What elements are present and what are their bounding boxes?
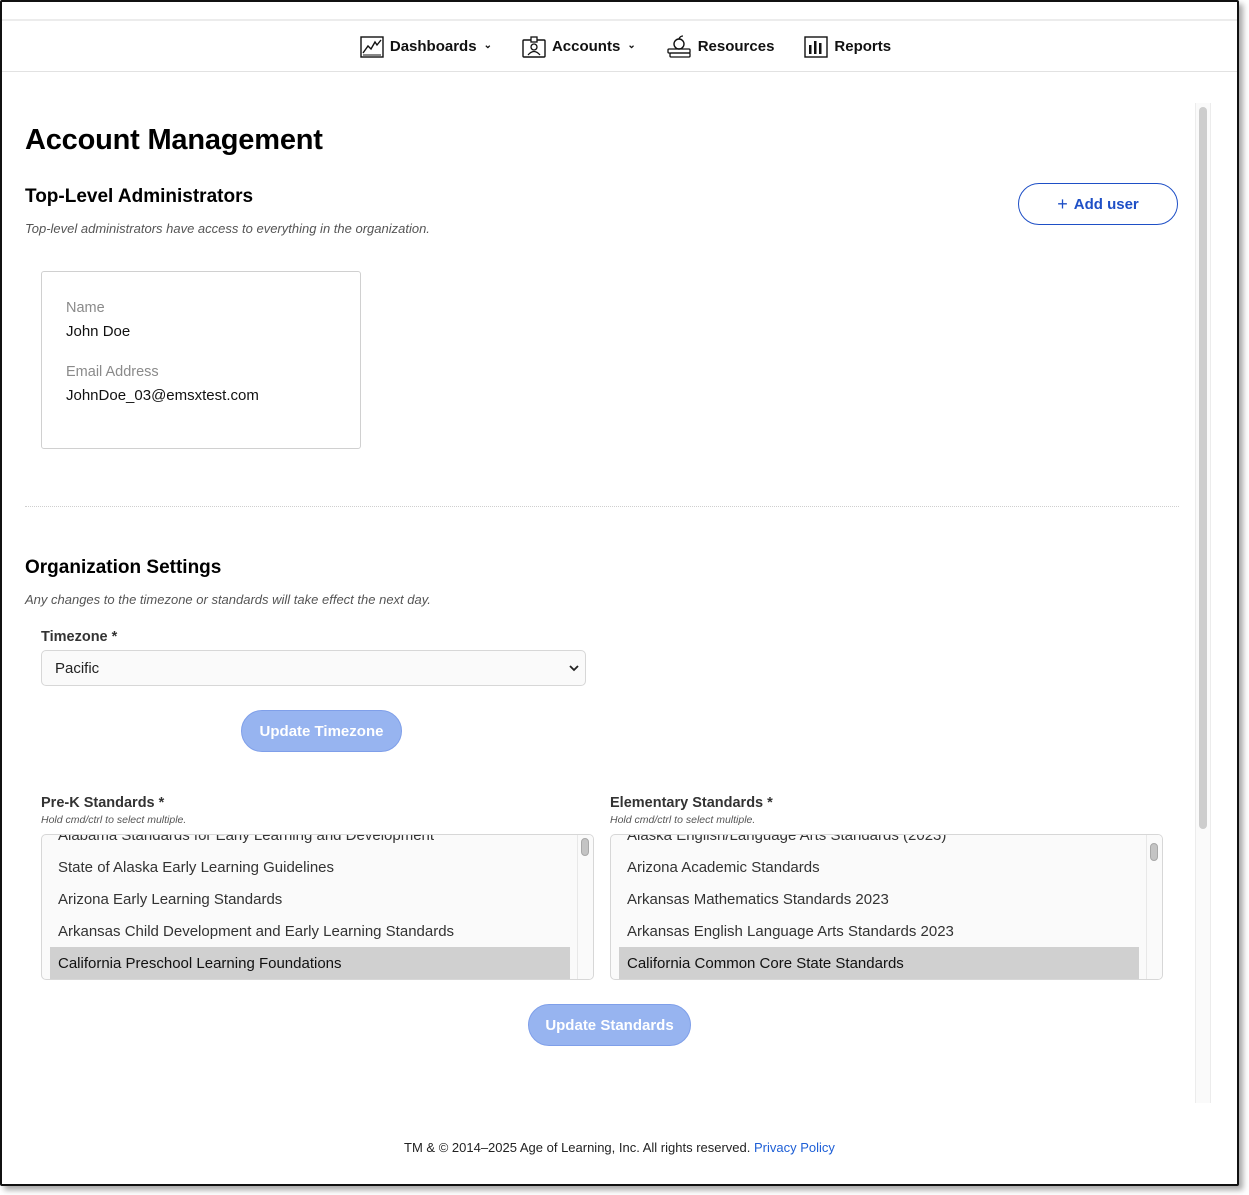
add-user-label: Add user [1073,195,1139,213]
prek-standards-hint: Hold cmd/ctrl to select multiple. [41,814,187,826]
nav-accounts[interactable]: Accounts ⌄ [522,35,636,59]
chevron-down-icon: ⌄ [627,40,636,51]
bar-chart-icon [804,35,829,58]
nav-reports-label: Reports [834,38,892,55]
elementary-listbox-scrollbar[interactable] [1146,835,1162,979]
prek-standards-label: Pre-K Standards * [41,795,165,811]
elementary-listbox-scrollbar-thumb[interactable] [1150,843,1158,861]
elementary-option[interactable]: Alaska English/Language Arts Standards (… [619,835,946,851]
prek-option[interactable]: Arizona Early Learning Standards [50,883,282,915]
add-user-button[interactable]: + Add user [1018,183,1178,225]
elementary-option[interactable]: Arkansas English Language Arts Standards… [619,915,954,947]
nav-dashboards[interactable]: Dashboards ⌄ [360,35,492,58]
elementary-standards-listbox[interactable]: Alaska English/Language Arts Standards (… [610,834,1163,980]
email-label: Email Address [66,364,159,380]
footer: TM & © 2014–2025 Age of Learning, Inc. A… [2,1140,1237,1155]
section-divider [25,506,1179,507]
prek-option[interactable]: Arkansas Child Development and Early Lea… [50,915,454,947]
nav-dashboards-label: Dashboards [389,38,477,55]
update-timezone-button[interactable]: Update Timezone [241,710,402,752]
chevron-down-icon: ⌄ [483,40,492,51]
apple-books-icon [667,34,691,58]
nav-reports[interactable]: Reports [804,35,892,58]
timezone-select[interactable]: Pacific [41,650,586,686]
prek-listbox-scrollbar-thumb[interactable] [581,838,589,856]
elementary-option[interactable]: Arkansas Mathematics Standards 2023 [619,883,889,915]
page-scrollbar-thumb[interactable] [1199,107,1207,829]
nav-resources-label: Resources [697,38,775,55]
org-section-title: Organization Settings [25,557,222,578]
name-label: Name [66,300,105,316]
id-card-icon [522,35,546,58]
nav-resources[interactable]: Resources [666,34,775,59]
top-border [2,19,1237,21]
prek-standards-listbox[interactable]: Alabama Standards for Early Learning and… [41,834,594,980]
admins-section-title: Top-Level Administrators [25,186,254,207]
chevron-down-icon [569,665,579,672]
name-value: John Doe [66,323,131,340]
prek-option-selected[interactable]: California Preschool Learning Foundation… [50,947,570,979]
nav-accounts-label: Accounts [551,38,621,55]
privacy-policy-link[interactable]: Privacy Policy [754,1140,835,1155]
prek-option[interactable]: Alabama Standards for Early Learning and… [50,835,434,851]
admin-card: Name John Doe Email Address JohnDoe_03@e… [41,271,361,449]
timezone-label: Timezone * [41,629,118,645]
email-value: JohnDoe_03@emsxtest.com [66,387,259,404]
elementary-option-selected[interactable]: California Common Core State Standards [619,947,1139,979]
prek-option[interactable]: State of Alaska Early Learning Guideline… [50,851,334,883]
timezone-value: Pacific [55,659,100,677]
app-window: Dashboards ⌄ Accounts ⌄ Resources Report… [0,0,1239,1186]
update-standards-button[interactable]: Update Standards [528,1004,691,1046]
plus-icon: + [1057,194,1068,214]
elementary-standards-label: Elementary Standards * [610,795,773,811]
chart-line-icon [360,35,384,58]
page-title: Account Management [25,124,323,156]
footer-copyright: TM & © 2014–2025 Age of Learning, Inc. A… [404,1140,751,1155]
admins-section-subtitle: Top-level administrators have access to … [25,221,430,236]
org-section-subtitle: Any changes to the timezone or standards… [25,592,431,607]
top-nav: Dashboards ⌄ Accounts ⌄ Resources Report… [2,22,1237,72]
prek-listbox-scrollbar[interactable] [577,835,593,979]
elementary-standards-hint: Hold cmd/ctrl to select multiple. [610,814,756,826]
elementary-option[interactable]: Arizona Academic Standards [619,851,820,883]
